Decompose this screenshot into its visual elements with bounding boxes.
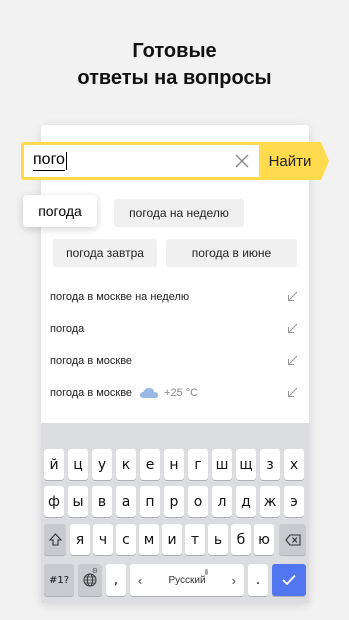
key[interactable]: я <box>70 524 90 555</box>
shift-key[interactable] <box>44 524 66 555</box>
key[interactable]: у <box>92 449 112 480</box>
suggestion-text: погода в москве <box>50 355 133 367</box>
period-key[interactable]: . <box>248 564 268 596</box>
comma-key[interactable]: , <box>106 564 126 596</box>
suggestion-item[interactable]: погода <box>50 319 300 339</box>
keyboard: й ц у к е н г ш щ з х ф ы в а п р о л д … <box>41 423 309 603</box>
language-key[interactable]: ⚙ <box>78 564 102 596</box>
weather-info: +25 °C <box>139 387 198 399</box>
suggestion-item[interactable]: погода в москве <box>50 351 300 371</box>
key[interactable]: ш <box>212 449 232 480</box>
key[interactable]: п <box>140 486 160 517</box>
key[interactable]: х <box>284 449 304 480</box>
chip-tomorrow[interactable]: погода завтра <box>53 239 157 267</box>
insert-arrow-icon[interactable] <box>287 291 298 302</box>
enter-key[interactable] <box>272 564 306 596</box>
key[interactable]: ф <box>44 486 64 517</box>
globe-icon <box>83 573 97 587</box>
find-button[interactable]: Найти <box>259 142 329 180</box>
key[interactable]: ч <box>93 524 113 555</box>
search-bar: пого Найти <box>21 142 329 180</box>
insert-arrow-icon[interactable] <box>287 323 298 334</box>
right-arrow: › <box>231 572 236 588</box>
key[interactable]: в <box>92 486 112 517</box>
temperature: +25 °C <box>164 387 199 399</box>
space-key[interactable]: ‹ Русский › <box>130 564 244 596</box>
clear-icon[interactable] <box>235 154 249 168</box>
backspace-key[interactable] <box>279 524 306 555</box>
key[interactable]: ц <box>68 449 88 480</box>
suggestion-item[interactable]: погода в москве +25 °C <box>50 383 300 403</box>
key[interactable]: з <box>260 449 280 480</box>
chip-pogoda[interactable]: погода <box>23 195 97 227</box>
suggestion-text: погода в москве на неделю <box>50 291 190 303</box>
suggestion-text: погода <box>50 323 85 335</box>
shift-icon <box>48 533 62 546</box>
key[interactable]: м <box>139 524 159 555</box>
cloud-icon <box>140 388 159 398</box>
settings-small-icon: ⚙ <box>91 567 98 575</box>
chip-week[interactable]: погода на неделю <box>114 199 244 227</box>
suggestion-text: погода в москве <box>50 387 133 399</box>
key[interactable]: д <box>236 486 256 517</box>
key[interactable]: б <box>231 524 251 555</box>
key[interactable]: к <box>116 449 136 480</box>
key[interactable]: т <box>185 524 205 555</box>
headline: Готовые ответы на вопросы <box>0 38 349 92</box>
insert-arrow-icon[interactable] <box>287 387 298 398</box>
search-query: пого <box>33 151 65 171</box>
key[interactable]: ж <box>260 486 280 517</box>
headline-line2: ответы на вопросы <box>77 67 272 89</box>
chip-june[interactable]: погода в июне <box>166 239 297 267</box>
key[interactable]: р <box>164 486 184 517</box>
key[interactable]: л <box>212 486 232 517</box>
search-input[interactable]: пого <box>21 142 259 180</box>
key[interactable]: щ <box>236 449 256 480</box>
key[interactable]: ю <box>254 524 274 555</box>
backspace-icon <box>284 533 301 546</box>
key[interactable]: е <box>140 449 160 480</box>
key[interactable]: с <box>116 524 136 555</box>
key[interactable]: э <box>284 486 304 517</box>
check-icon <box>282 574 296 586</box>
key[interactable]: а <box>116 486 136 517</box>
key[interactable]: ы <box>68 486 88 517</box>
space-label: Русский <box>168 574 206 586</box>
key[interactable]: и <box>162 524 182 555</box>
insert-arrow-icon[interactable] <box>287 355 298 366</box>
mic-icon <box>205 569 208 575</box>
key[interactable]: ь <box>208 524 228 555</box>
symbols-key[interactable]: #1? <box>44 564 74 596</box>
key[interactable]: г <box>188 449 208 480</box>
headline-line1: Готовые <box>132 40 217 62</box>
key[interactable]: й <box>44 449 64 480</box>
text-cursor <box>65 152 67 170</box>
left-arrow: ‹ <box>138 572 143 588</box>
suggestion-item[interactable]: погода в москве на неделю <box>50 287 300 307</box>
key[interactable]: н <box>164 449 184 480</box>
key[interactable]: о <box>188 486 208 517</box>
